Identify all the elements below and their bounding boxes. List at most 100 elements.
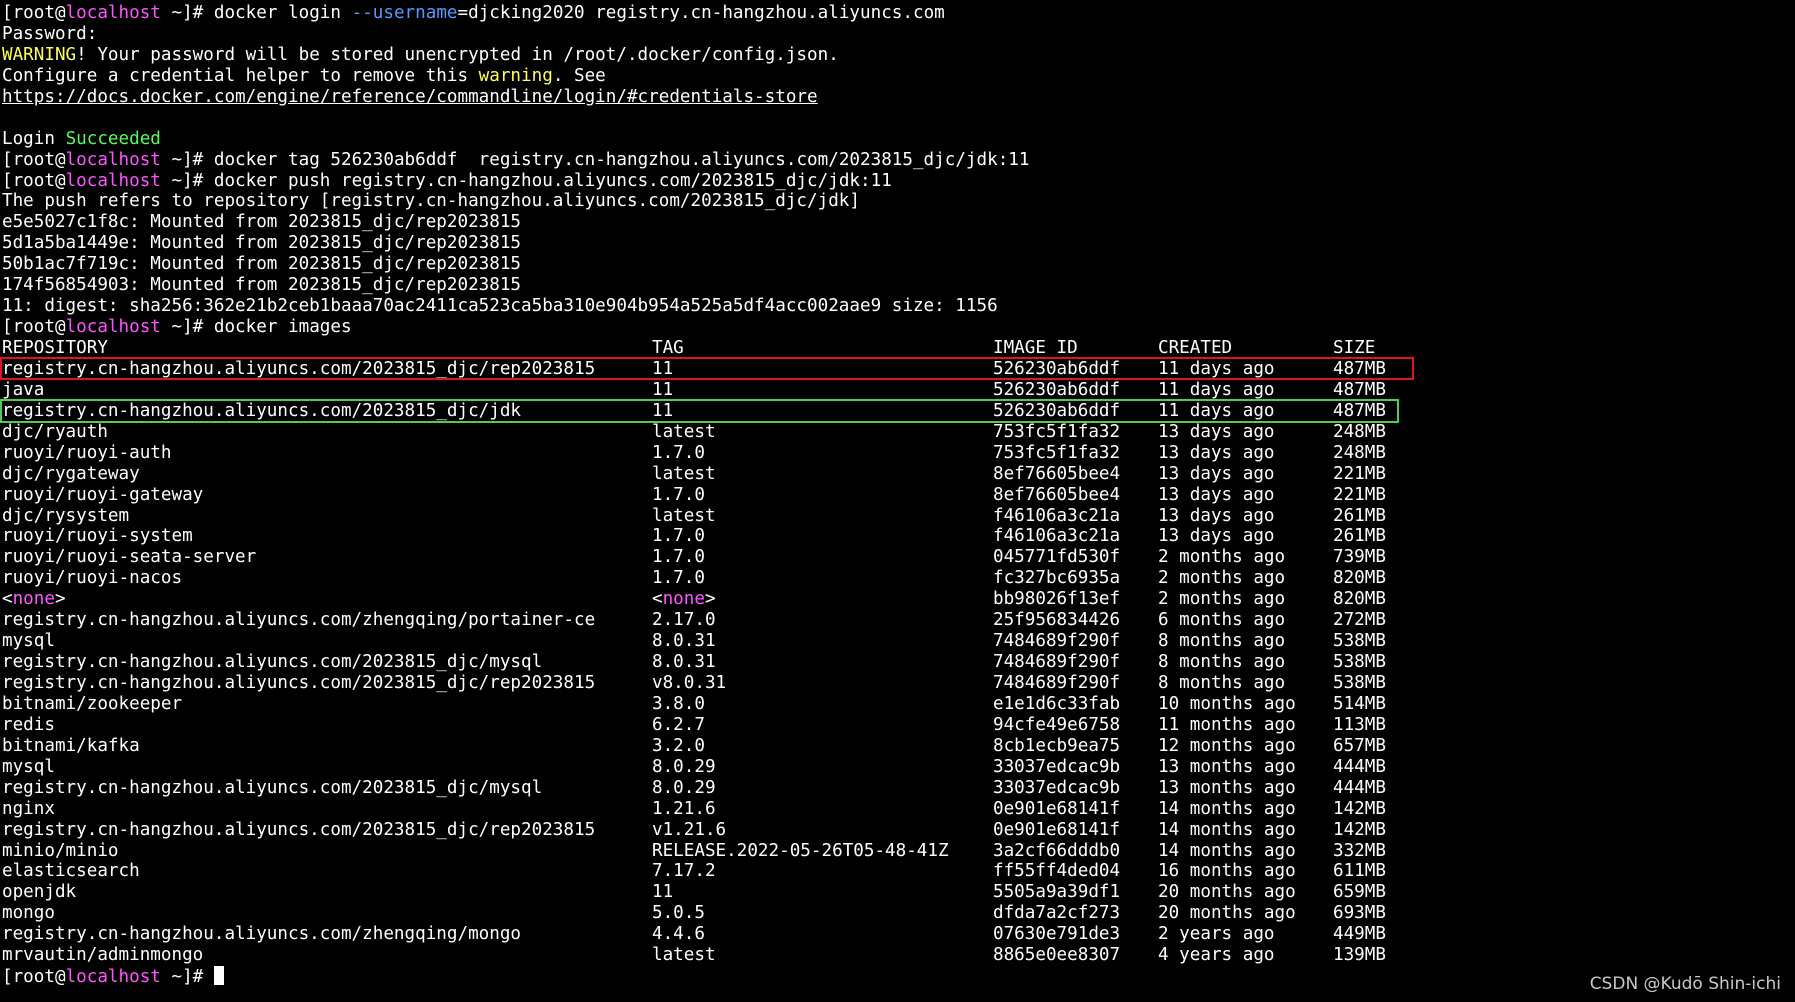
cell-tag: 11: [652, 379, 674, 400]
cell-image-id: f46106a3c21a: [993, 526, 1121, 547]
cell-created: 11 days ago: [1158, 400, 1275, 421]
prompt-user: [root@: [2, 3, 66, 23]
cell-created: 13 days ago: [1158, 442, 1275, 463]
cell-image-id: 07630e791de3: [993, 924, 1121, 945]
cell-size: 261MB: [1333, 505, 1386, 526]
terminal-window[interactable]: { "prompt": { "user": "[root@", "host": …: [0, 0, 1795, 1002]
cell-created: 8 months ago: [1158, 673, 1286, 693]
command-text: docker push registry.cn-hangzhou.aliyunc…: [213, 170, 892, 191]
cell-size: 248MB: [1333, 421, 1386, 442]
table-row: bitnami/zookeeper 3.8.0 e1e1d6c33fab 10 mon…: [2, 694, 1792, 715]
cell-image-id: 753fc5f1fa32: [993, 442, 1121, 463]
cell-repository: nginx: [2, 798, 55, 819]
cell-created: 11 days ago: [1158, 358, 1275, 379]
prompt-host: localhost: [65, 967, 161, 988]
cell-size: 142MB: [1333, 798, 1386, 819]
docs-link[interactable]: https://docs.docker.com/engine/reference…: [2, 87, 818, 107]
cell-image-id: 8cb1ecb9ea75: [993, 735, 1121, 756]
cell-created: 10 months ago: [1158, 693, 1296, 714]
cell-repository: <none>: [2, 589, 66, 610]
cell-created: 20 months ago: [1158, 882, 1296, 903]
cell-created: 12 months ago: [1158, 735, 1296, 756]
configure-text-end: . See: [552, 65, 606, 86]
cell-tag: RELEASE.2022-05-26T05-48-41Z: [652, 840, 949, 861]
cell-created: 4 years ago: [1158, 945, 1275, 966]
cell-image-id: 7484689f290f: [993, 652, 1121, 673]
header-repository: REPOSITORY: [2, 338, 108, 358]
table-row: registry.cn-hangzhou.aliyuncs.com/202381…: [2, 652, 1792, 673]
table-row: registry.cn-hangzhou.aliyuncs.com/202381…: [2, 401, 1792, 422]
cell-created: 13 months ago: [1158, 756, 1296, 777]
terminal-output[interactable]: [root@localhost ~]# docker login --usern…: [2, 3, 1792, 987]
terminal-line-docs-link: https://docs.docker.com/engine/reference…: [2, 87, 1792, 108]
cell-image-id: 33037edcac9b: [993, 756, 1121, 777]
cell-image-id: e1e1d6c33fab: [993, 693, 1121, 714]
cell-repository: bitnami/zookeeper: [2, 693, 183, 714]
cell-tag: <none>: [652, 589, 716, 610]
cell-tag: 2.17.0: [652, 610, 716, 631]
cell-created: 14 months ago: [1158, 840, 1296, 861]
command-text: =djcking2020 registry.cn-hangzhou.aliyun…: [457, 3, 945, 23]
table-row: java 11 526230ab6ddf 11 days ago 487MB: [2, 380, 1792, 401]
cell-tag: v8.0.31: [652, 673, 727, 693]
terminal-line-login-result: Login Succeeded: [2, 129, 1792, 150]
table-row: mysql 8.0.31 7484689f290f 8 months ago 538MB: [2, 631, 1792, 652]
cell-image-id: dfda7a2cf273: [993, 903, 1121, 924]
cell-image-id: bb98026f13ef: [993, 589, 1121, 610]
terminal-line-login-command: [root@localhost ~]# docker login --usern…: [2, 3, 1792, 24]
cell-size: 449MB: [1333, 924, 1386, 945]
cell-tag: 1.7.0: [652, 547, 705, 568]
prompt-host: localhost: [65, 170, 161, 191]
prompt-host: localhost: [65, 317, 161, 338]
cell-created: 20 months ago: [1158, 903, 1296, 924]
cell-tag: 7.17.2: [652, 861, 716, 882]
cell-image-id: 3a2cf66dddb0: [993, 840, 1121, 861]
table-row: mongo 5.0.5 dfda7a2cf273 20 months ago 693MB: [2, 903, 1792, 924]
cell-tag: 11: [652, 882, 674, 903]
prompt-suffix: ~]#: [160, 3, 214, 23]
cell-image-id: 526230ab6ddf: [993, 400, 1121, 421]
terminal-line-images-command: [root@localhost ~]# docker images: [2, 317, 1792, 338]
cell-size: 139MB: [1333, 945, 1386, 966]
cell-size: 739MB: [1333, 547, 1386, 568]
cell-image-id: 8ef76605bee4: [993, 463, 1121, 484]
login-succeeded: Succeeded: [65, 128, 161, 149]
cell-repository: ruoyi/ruoyi-seata-server: [2, 547, 257, 568]
terminal-line-final-prompt[interactable]: [root@localhost ~]#: [2, 966, 1792, 987]
table-row: mrvautin/adminmongo latest 8865e0ee8307 4 y…: [2, 945, 1792, 966]
cell-repository: registry.cn-hangzhou.aliyuncs.com/202381…: [2, 673, 596, 693]
cell-image-id: 0e901e68141f: [993, 819, 1121, 840]
prompt-suffix: ~]#: [160, 317, 214, 338]
cell-image-id: 753fc5f1fa32: [993, 421, 1121, 442]
cell-created: 2 months ago: [1158, 589, 1286, 610]
table-row: minio/minio RELEASE.2022-05-26T05-48-41Z 3…: [2, 841, 1792, 862]
cell-repository: registry.cn-hangzhou.aliyuncs.com/202381…: [2, 819, 596, 840]
cell-tag: latest: [652, 945, 716, 966]
cell-repository: djc/rysystem: [2, 505, 130, 526]
cell-size: 113MB: [1333, 714, 1386, 735]
cell-tag: 4.4.6: [652, 924, 705, 945]
table-row: bitnami/kafka 3.2.0 8cb1ecb9ea75 12 months …: [2, 736, 1792, 757]
cell-image-id: 33037edcac9b: [993, 777, 1121, 798]
cell-repository: mrvautin/adminmongo: [2, 945, 204, 966]
table-row: elasticsearch 7.17.2 ff55ff4ded04 16 months…: [2, 861, 1792, 882]
table-row: ruoyi/ruoyi-auth 1.7.0 753fc5f1fa32 13 days…: [2, 443, 1792, 464]
cell-tag: 1.7.0: [652, 442, 705, 463]
cell-size: 659MB: [1333, 882, 1386, 903]
table-row: registry.cn-hangzhou.aliyuncs.com/202381…: [2, 673, 1792, 694]
cell-size: 444MB: [1333, 777, 1386, 798]
cell-size: 487MB: [1333, 358, 1386, 379]
cell-size: 332MB: [1333, 840, 1386, 861]
terminal-line-warning: WARNING! Your password will be stored un…: [2, 45, 1792, 66]
cell-tag: v1.21.6: [652, 819, 727, 840]
cell-repository: registry.cn-hangzhou.aliyuncs.com/202381…: [2, 652, 543, 673]
watermark: CSDN @Kudō Shin-ichi: [1589, 974, 1781, 994]
prompt-host: localhost: [65, 149, 161, 170]
cell-repository: ruoyi/ruoyi-nacos: [2, 568, 183, 589]
table-row: registry.cn-hangzhou.aliyuncs.com/202381…: [2, 820, 1792, 841]
configure-warning-word: warning: [478, 65, 553, 86]
cell-created: 13 days ago: [1158, 526, 1275, 547]
images-table-body: registry.cn-hangzhou.aliyuncs.com/202381…: [2, 359, 1792, 966]
cell-image-id: 8865e0ee8307: [993, 945, 1121, 966]
